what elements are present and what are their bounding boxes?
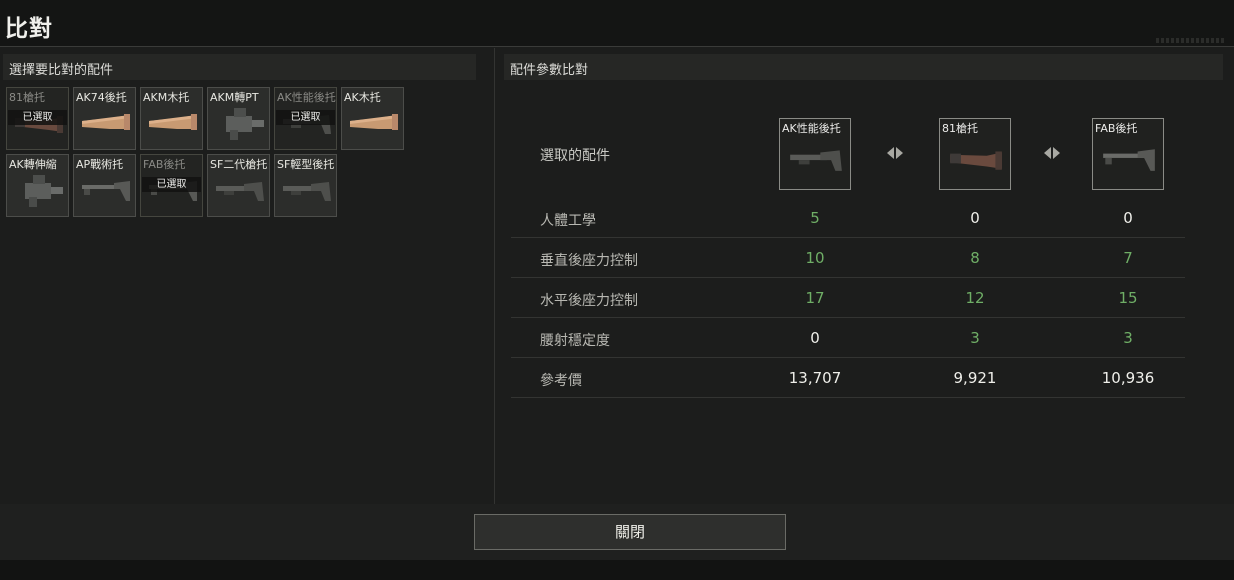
folding-stock-icon [82, 181, 130, 201]
compared-attachment-thumb [948, 137, 1004, 181]
tactical-stock-icon [283, 182, 331, 201]
attachment-slot[interactable]: 81槍托已選取 [6, 87, 69, 150]
attachment-select-panel: 選擇要比對的配件 81槍托 已選取 AK74後托 AKM木托 AKM轉PT AK性能後托已… [0, 48, 495, 504]
compared-attachment-card[interactable]: FAB後托 [1092, 118, 1164, 190]
attachment-slot[interactable]: AKM轉PT [207, 87, 270, 150]
attachment-name: AK木托 [344, 91, 381, 104]
stat-value: 7 [1123, 249, 1133, 267]
attachment-name: AKM木托 [143, 91, 190, 104]
attachment-thumb [80, 104, 132, 142]
stat-row: 腰射穩定度 0 3 3 [511, 318, 1185, 358]
attachment-name: FAB後托 [143, 158, 186, 171]
compared-attachment-thumb [1101, 137, 1157, 181]
stat-value: 9,921 [953, 369, 997, 387]
attachment-slot[interactable]: AP戰術托 [73, 154, 136, 217]
compared-attachment-name: FAB後托 [1095, 122, 1138, 135]
attachment-thumb [147, 104, 199, 142]
footer-bar: 關閉 [0, 504, 1234, 560]
attachment-slot[interactable]: AK轉伸縮 [6, 154, 69, 217]
folding-stock-icon [1103, 149, 1155, 171]
page-title: 比對 [5, 16, 53, 42]
swap-arrows-icon[interactable] [1043, 146, 1061, 160]
stat-row: 垂直後座力控制 10 8 7 [511, 238, 1185, 278]
attachment-slot[interactable]: AKM木托 [140, 87, 203, 150]
attachment-name: AP戰術托 [76, 158, 124, 171]
compared-attachment-card[interactable]: 81槍托 [939, 118, 1011, 190]
attachment-name: AKM轉PT [210, 91, 259, 104]
stat-value: 5 [810, 209, 820, 227]
attachment-thumb [13, 171, 65, 209]
stat-value: 0 [810, 329, 820, 347]
stat-value: 3 [970, 329, 980, 347]
stat-value: 13,707 [788, 369, 842, 387]
compared-attachment-card[interactable]: AK性能後托 [779, 118, 851, 190]
stat-value: 17 [805, 289, 825, 307]
stat-value: 3 [1123, 329, 1133, 347]
compare-header: 配件參數比對 [504, 54, 1223, 80]
stat-label: 水平後座力控制 [540, 293, 638, 309]
adapter-stock-icon [25, 175, 63, 207]
tactical-stock-icon [216, 182, 264, 201]
stat-label: 人體工學 [540, 213, 596, 229]
stat-value: 15 [1118, 289, 1138, 307]
compared-attachment-name: AK性能後托 [782, 122, 841, 135]
attachment-thumb [214, 104, 266, 142]
attachment-slot[interactable]: AK性能後托 已選取 [274, 87, 337, 150]
bottom-strip [0, 560, 1234, 580]
compared-attachment-thumb [788, 137, 844, 181]
wood-stock-icon [350, 114, 398, 130]
selected-label: 選取的配件 [540, 148, 610, 164]
stat-label: 腰射穩定度 [540, 333, 610, 349]
selected-badge: 已選取 [142, 177, 201, 192]
stat-value: 10 [805, 249, 825, 267]
attachment-slot[interactable]: AK74後托 [73, 87, 136, 150]
stat-row: 水平後座力控制 17 12 15 [511, 278, 1185, 318]
compared-attachment-name: 81槍托 [942, 122, 978, 135]
attachment-thumb [214, 171, 266, 209]
stat-value: 0 [1123, 209, 1133, 227]
wood-stock-icon [82, 114, 130, 130]
stat-row: 參考價 13,707 9,921 10,936 [511, 358, 1185, 398]
attachment-thumb [348, 104, 400, 142]
attachment-name: 81槍托 [9, 91, 45, 104]
title-bar: 比對 [0, 0, 1234, 47]
stat-row: 人體工學 5 0 0 [511, 198, 1185, 238]
attachment-name: AK轉伸縮 [9, 158, 57, 171]
attachment-slot[interactable]: SF輕型後托 [274, 154, 337, 217]
adapter-stock-icon [226, 108, 264, 140]
compare-panel: 配件參數比對 選取的配件 AK性能後托 81槍托 FAB後托 人體工學 5 0 0 垂直後座… [496, 48, 1234, 504]
wood-stock-icon [149, 114, 197, 130]
stat-value: 0 [970, 209, 980, 227]
attachment-slot[interactable]: SF二代槍托 [207, 154, 270, 217]
stat-label: 垂直後座力控制 [540, 253, 638, 269]
selected-badge: 已選取 [8, 110, 67, 125]
tactical-stock-icon [790, 150, 842, 171]
attachment-name: AK性能後托 [277, 91, 336, 104]
stat-value: 12 [965, 289, 985, 307]
selected-attachments-row: 選取的配件 AK性能後托 81槍托 FAB後托 [511, 118, 1185, 190]
attachment-name: AK74後托 [76, 91, 127, 104]
attachment-select-header: 選擇要比對的配件 [3, 54, 476, 80]
stat-value: 10,936 [1101, 369, 1155, 387]
attachment-name: SF輕型後托 [277, 158, 335, 171]
stat-label: 參考價 [540, 373, 582, 389]
close-button[interactable]: 關閉 [474, 514, 786, 550]
stat-value: 8 [970, 249, 980, 267]
attachment-slot[interactable]: FAB後托已選取 [140, 154, 203, 217]
attachment-thumb [80, 171, 132, 209]
title-decoration [1156, 38, 1226, 43]
attachment-name: SF二代槍托 [210, 158, 268, 171]
wood-dark-stock-icon [950, 151, 1002, 170]
attachment-slot[interactable]: AK木托 [341, 87, 404, 150]
selected-badge: 已選取 [276, 110, 335, 125]
swap-arrows-icon[interactable] [886, 146, 904, 160]
attachment-thumb [281, 171, 333, 209]
